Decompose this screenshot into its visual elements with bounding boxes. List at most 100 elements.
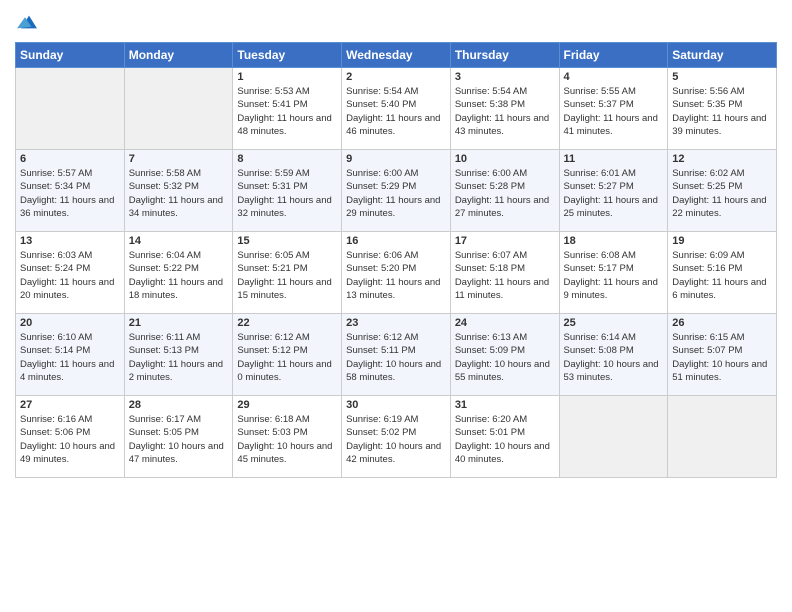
calendar-day-cell: 13Sunrise: 6:03 AM Sunset: 5:24 PM Dayli… xyxy=(16,232,125,314)
day-info: Sunrise: 6:11 AM Sunset: 5:13 PM Dayligh… xyxy=(129,331,229,384)
logo xyxy=(15,10,41,34)
calendar-week-row: 27 Sunrise: 6:16 AM Sunset: 5:06 PM Dayli… xyxy=(16,396,777,478)
calendar-day-cell: 4Sunrise: 5:55 AM Sunset: 5:37 PM Daylig… xyxy=(559,68,668,150)
day-info: Sunrise: 5:55 AM Sunset: 5:37 PM Dayligh… xyxy=(564,85,664,138)
day-number: 11 xyxy=(564,153,664,165)
day-number: 24 xyxy=(455,317,555,329)
day-number: 8 xyxy=(237,153,337,165)
day-number: 30 xyxy=(346,399,446,411)
day-info: Sunrise: 5:57 AM Sunset: 5:34 PM Dayligh… xyxy=(20,167,120,220)
calendar-week-row: 20 Sunrise: 6:10 AM Sunset: 5:14 PM Dayli… xyxy=(16,314,777,396)
day-number: 18 xyxy=(564,235,664,247)
weekday-header-sunday: Sunday xyxy=(16,43,125,68)
calendar-day-cell xyxy=(559,396,668,478)
day-info: Sunrise: 6:01 AM Sunset: 5:27 PM Dayligh… xyxy=(564,167,664,220)
day-info: Sunrise: 5:53 AM Sunset: 5:41 PM Dayligh… xyxy=(237,85,337,138)
day-info: Sunrise: 6:13 AM Sunset: 5:09 PM Dayligh… xyxy=(455,331,555,384)
calendar-day-cell: 11 Sunrise: 6:01 AM Sunset: 5:27 PM Dayli… xyxy=(559,150,668,232)
calendar-week-row: 6 Sunrise: 5:57 AM Sunset: 5:34 PM Daylig… xyxy=(16,150,777,232)
calendar-day-cell: 19 Sunrise: 6:09 AM Sunset: 5:16 PM Dayli… xyxy=(668,232,777,314)
day-info: Sunrise: 6:15 AM Sunset: 5:07 PM Dayligh… xyxy=(672,331,772,384)
calendar-day-cell: 20 Sunrise: 6:10 AM Sunset: 5:14 PM Dayli… xyxy=(16,314,125,396)
day-number: 19 xyxy=(672,235,772,247)
day-number: 23 xyxy=(346,317,446,329)
calendar-day-cell: 27 Sunrise: 6:16 AM Sunset: 5:06 PM Dayli… xyxy=(16,396,125,478)
day-number: 12 xyxy=(672,153,772,165)
day-info: Sunrise: 6:16 AM Sunset: 5:06 PM Dayligh… xyxy=(20,413,120,466)
day-info: Sunrise: 6:09 AM Sunset: 5:16 PM Dayligh… xyxy=(672,249,772,302)
calendar-day-cell: 30 Sunrise: 6:19 AM Sunset: 5:02 PM Dayli… xyxy=(342,396,451,478)
day-number: 16 xyxy=(346,235,446,247)
day-number: 15 xyxy=(237,235,337,247)
day-info: Sunrise: 6:00 AM Sunset: 5:28 PM Dayligh… xyxy=(455,167,555,220)
day-info: Sunrise: 6:02 AM Sunset: 5:25 PM Dayligh… xyxy=(672,167,772,220)
calendar-day-cell: 9 Sunrise: 6:00 AM Sunset: 5:29 PM Daylig… xyxy=(342,150,451,232)
calendar-day-cell: 31 Sunrise: 6:20 AM Sunset: 5:01 PM Dayli… xyxy=(450,396,559,478)
calendar-day-cell xyxy=(16,68,125,150)
day-info: Sunrise: 6:07 AM Sunset: 5:18 PM Dayligh… xyxy=(455,249,555,302)
calendar-day-cell: 24 Sunrise: 6:13 AM Sunset: 5:09 PM Dayli… xyxy=(450,314,559,396)
day-info: Sunrise: 6:00 AM Sunset: 5:29 PM Dayligh… xyxy=(346,167,446,220)
calendar-day-cell: 22 Sunrise: 6:12 AM Sunset: 5:12 PM Dayli… xyxy=(233,314,342,396)
calendar-day-cell: 5 Sunrise: 5:56 AM Sunset: 5:35 PM Daylig… xyxy=(668,68,777,150)
day-info: Sunrise: 6:10 AM Sunset: 5:14 PM Dayligh… xyxy=(20,331,120,384)
day-number: 17 xyxy=(455,235,555,247)
day-info: Sunrise: 6:14 AM Sunset: 5:08 PM Dayligh… xyxy=(564,331,664,384)
calendar-day-cell: 21 Sunrise: 6:11 AM Sunset: 5:13 PM Dayli… xyxy=(124,314,233,396)
calendar-day-cell: 12 Sunrise: 6:02 AM Sunset: 5:25 PM Dayli… xyxy=(668,150,777,232)
logo-icon xyxy=(17,10,41,34)
calendar-day-cell: 26 Sunrise: 6:15 AM Sunset: 5:07 PM Dayli… xyxy=(668,314,777,396)
calendar-day-cell: 10 Sunrise: 6:00 AM Sunset: 5:28 PM Dayli… xyxy=(450,150,559,232)
day-number: 22 xyxy=(237,317,337,329)
day-number: 20 xyxy=(20,317,120,329)
day-info: Sunrise: 5:54 AM Sunset: 5:40 PM Dayligh… xyxy=(346,85,446,138)
day-info: Sunrise: 5:54 AM Sunset: 5:38 PM Dayligh… xyxy=(455,85,555,138)
calendar-day-cell: 7 Sunrise: 5:58 AM Sunset: 5:32 PM Daylig… xyxy=(124,150,233,232)
calendar-day-cell: 2Sunrise: 5:54 AM Sunset: 5:40 PM Daylig… xyxy=(342,68,451,150)
day-info: Sunrise: 6:06 AM Sunset: 5:20 PM Dayligh… xyxy=(346,249,446,302)
day-number: 14 xyxy=(129,235,229,247)
day-number: 5 xyxy=(672,71,772,83)
calendar-table: SundayMondayTuesdayWednesdayThursdayFrid… xyxy=(15,42,777,478)
weekday-header-friday: Friday xyxy=(559,43,668,68)
day-number: 29 xyxy=(237,399,337,411)
day-number: 6 xyxy=(20,153,120,165)
day-info: Sunrise: 5:59 AM Sunset: 5:31 PM Dayligh… xyxy=(237,167,337,220)
weekday-header-saturday: Saturday xyxy=(668,43,777,68)
day-number: 13 xyxy=(20,235,120,247)
calendar-header-row: SundayMondayTuesdayWednesdayThursdayFrid… xyxy=(16,43,777,68)
day-number: 9 xyxy=(346,153,446,165)
weekday-header-wednesday: Wednesday xyxy=(342,43,451,68)
day-number: 26 xyxy=(672,317,772,329)
day-info: Sunrise: 6:12 AM Sunset: 5:11 PM Dayligh… xyxy=(346,331,446,384)
calendar-day-cell: 14 Sunrise: 6:04 AM Sunset: 5:22 PM Dayli… xyxy=(124,232,233,314)
weekday-header-thursday: Thursday xyxy=(450,43,559,68)
day-info: Sunrise: 6:04 AM Sunset: 5:22 PM Dayligh… xyxy=(129,249,229,302)
day-number: 3 xyxy=(455,71,555,83)
calendar-day-cell: 1Sunrise: 5:53 AM Sunset: 5:41 PM Daylig… xyxy=(233,68,342,150)
calendar-day-cell xyxy=(124,68,233,150)
day-info: Sunrise: 5:58 AM Sunset: 5:32 PM Dayligh… xyxy=(129,167,229,220)
day-info: Sunrise: 6:20 AM Sunset: 5:01 PM Dayligh… xyxy=(455,413,555,466)
day-number: 21 xyxy=(129,317,229,329)
day-info: Sunrise: 5:56 AM Sunset: 5:35 PM Dayligh… xyxy=(672,85,772,138)
calendar-day-cell: 3 Sunrise: 5:54 AM Sunset: 5:38 PM Daylig… xyxy=(450,68,559,150)
calendar-day-cell: 17 Sunrise: 6:07 AM Sunset: 5:18 PM Dayli… xyxy=(450,232,559,314)
day-number: 7 xyxy=(129,153,229,165)
day-number: 10 xyxy=(455,153,555,165)
day-info: Sunrise: 6:12 AM Sunset: 5:12 PM Dayligh… xyxy=(237,331,337,384)
header xyxy=(15,10,777,34)
calendar-day-cell: 8 Sunrise: 5:59 AM Sunset: 5:31 PM Daylig… xyxy=(233,150,342,232)
calendar-day-cell: 29Sunrise: 6:18 AM Sunset: 5:03 PM Dayli… xyxy=(233,396,342,478)
calendar-day-cell: 15 Sunrise: 6:05 AM Sunset: 5:21 PM Dayli… xyxy=(233,232,342,314)
day-info: Sunrise: 6:05 AM Sunset: 5:21 PM Dayligh… xyxy=(237,249,337,302)
day-number: 28 xyxy=(129,399,229,411)
day-info: Sunrise: 6:19 AM Sunset: 5:02 PM Dayligh… xyxy=(346,413,446,466)
day-info: Sunrise: 6:17 AM Sunset: 5:05 PM Dayligh… xyxy=(129,413,229,466)
calendar-day-cell: 28 Sunrise: 6:17 AM Sunset: 5:05 PM Dayli… xyxy=(124,396,233,478)
calendar-day-cell: 23 Sunrise: 6:12 AM Sunset: 5:11 PM Dayli… xyxy=(342,314,451,396)
day-number: 31 xyxy=(455,399,555,411)
calendar-day-cell: 25Sunrise: 6:14 AM Sunset: 5:08 PM Dayli… xyxy=(559,314,668,396)
weekday-header-monday: Monday xyxy=(124,43,233,68)
day-number: 27 xyxy=(20,399,120,411)
